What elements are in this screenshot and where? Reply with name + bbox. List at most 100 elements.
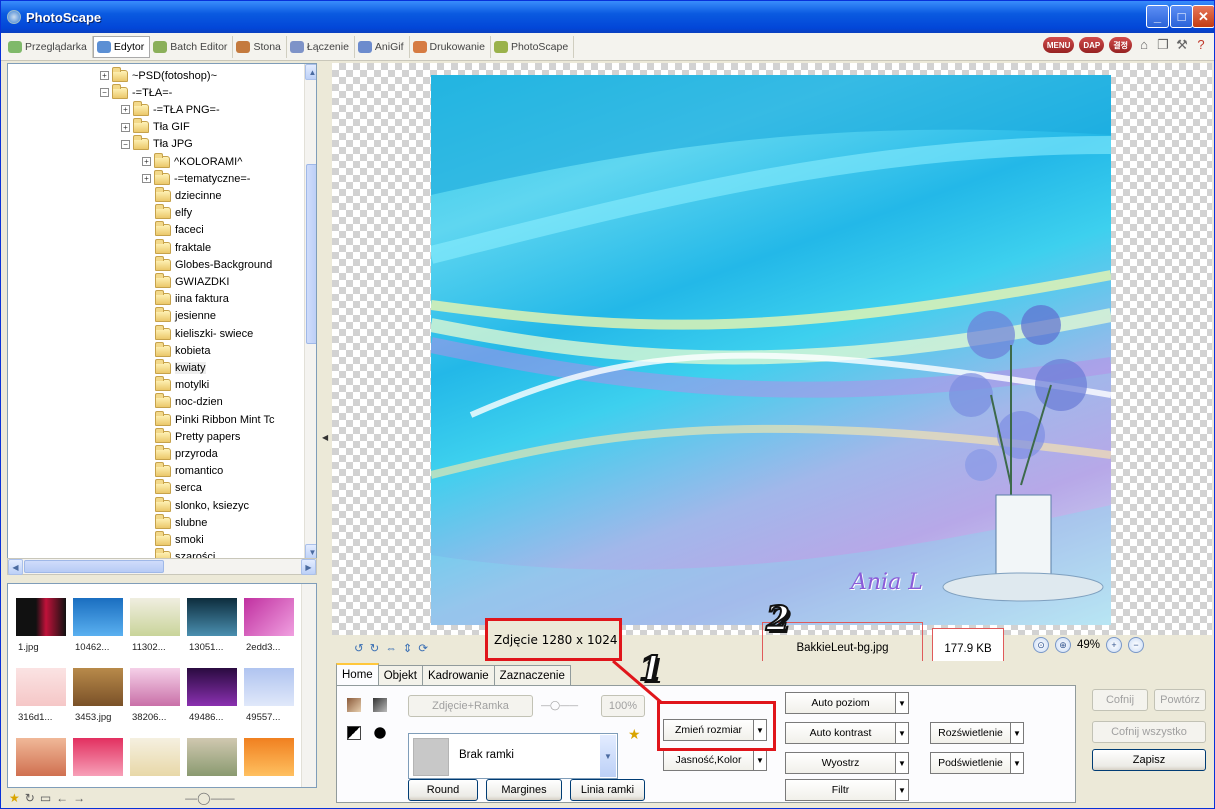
thumbnail-image[interactable] (16, 598, 66, 636)
collapse-icon[interactable]: − (121, 139, 130, 149)
scroll-right-button[interactable]: ▶ (301, 559, 316, 575)
tree-folder-item[interactable]: elfy (155, 204, 192, 222)
margines-button[interactable]: Margines (486, 779, 562, 801)
image-canvas[interactable]: Ania L (332, 63, 1212, 635)
tree-folder-item[interactable]: + ~PSD(fotoshop)~ (100, 66, 217, 84)
tree-folder-item[interactable]: Globes-Background (155, 255, 272, 273)
thumbnail-image[interactable] (187, 738, 237, 776)
frame-size-slider[interactable]: —◯—— (541, 700, 578, 711)
thumbnail-image[interactable] (130, 668, 180, 706)
close-button[interactable]: ✕ (1192, 5, 1214, 28)
expand-icon[interactable]: + (142, 174, 151, 184)
tree-folder-item[interactable]: + Tła GIF (121, 118, 190, 136)
tree-vertical-scrollbar[interactable]: ▲ ▼ (304, 64, 316, 562)
tools-icon[interactable]: ⚒ (1175, 38, 1189, 52)
favorite-icon[interactable]: ★ (9, 791, 20, 805)
folder-tree[interactable]: + ~PSD(fotoshop)~ − -=TŁA=- + -=TŁA PNG=- + Tła… (7, 63, 317, 563)
thumbnail-scrollbar[interactable] (301, 584, 316, 787)
thumbnail-image[interactable] (244, 598, 294, 636)
zoom-actual-icon[interactable]: ⊕ (1055, 637, 1071, 653)
tab-anigif[interactable]: AniGif (355, 35, 410, 58)
jasnosc-kolor-dropdown[interactable]: Jasność,Kolor ▼ (663, 749, 767, 771)
zdjecie-ramka-button[interactable]: Zdjęcie+Ramka (408, 695, 533, 717)
rozswietlenie-dropdown[interactable]: Rozświetlenie ▼ (930, 722, 1024, 744)
frame-selector[interactable]: Brak ramki ▼ (408, 733, 618, 779)
scroll-left-button[interactable]: ◀ (8, 559, 23, 575)
chevron-down-icon[interactable]: ▼ (895, 722, 909, 744)
thumbnail-image[interactable] (16, 738, 66, 776)
horizontal-scroll-thumb[interactable] (24, 560, 164, 573)
tree-folder-item[interactable]: GWIAZDKI (155, 272, 229, 290)
chevron-down-icon[interactable]: ▼ (895, 692, 909, 714)
chevron-down-icon[interactable]: ▼ (1010, 752, 1024, 774)
percent-field[interactable]: 100% (601, 695, 645, 717)
thumbnail-image[interactable] (73, 738, 123, 776)
chevron-down-icon[interactable]: ▼ (753, 749, 767, 771)
thumbnail-image[interactable] (130, 598, 180, 636)
tree-folder-item[interactable]: iina faktura (155, 290, 229, 308)
zoom-in-icon[interactable]: + (1106, 637, 1123, 653)
refresh-icon[interactable]: ↻ (25, 791, 35, 805)
expand-icon[interactable]: + (121, 122, 130, 132)
collapse-arrow-icon[interactable]: ◀ (322, 433, 328, 442)
tab-edytor[interactable]: Edytor (92, 35, 151, 58)
expand-icon[interactable]: + (121, 105, 130, 115)
tab-batch-editor[interactable]: Batch Editor (150, 35, 234, 58)
expand-icon[interactable]: + (100, 71, 109, 80)
wyostrz-dropdown[interactable]: Wyostrz ▼ (785, 752, 909, 774)
grey-frame-icon[interactable] (373, 698, 387, 712)
tab-drukowanie[interactable]: Drukowanie (410, 35, 491, 58)
tree-folder-item[interactable]: kobieta (155, 341, 210, 359)
auto-kontrast-dropdown[interactable]: Auto kontrast ▼ (785, 722, 909, 744)
tree-folder-item[interactable]: smoki (155, 530, 204, 548)
thumbnail-image[interactable] (244, 668, 294, 706)
tree-folder-item[interactable]: − Tła JPG (121, 135, 193, 153)
thumbnail-size-slider[interactable]: —◯—— (185, 791, 234, 805)
zoom-out-icon[interactable]: − (1128, 637, 1145, 653)
collapse-icon[interactable]: − (100, 88, 109, 98)
tree-folder-item[interactable]: + -=TŁA PNG=- (121, 100, 220, 118)
powtorz-button[interactable]: Powtórz (1154, 689, 1206, 711)
thumbnail-image[interactable] (130, 738, 180, 776)
tree-folder-item[interactable]: Pretty papers (155, 427, 240, 445)
home-icon[interactable]: ⌂ (1137, 38, 1151, 52)
tab-kadrowanie[interactable]: Kadrowanie (421, 665, 495, 685)
copy-icon[interactable]: ❐ (1156, 38, 1170, 52)
tree-folder-item[interactable]: fraktale (155, 238, 211, 256)
language-button[interactable]: 결정 (1109, 37, 1132, 53)
cofnij-button[interactable]: Cofnij (1092, 689, 1148, 711)
tree-folder-item[interactable]: + ^KOLORAMI^ (142, 152, 242, 170)
tree-folder-item[interactable]: kwiaty (155, 358, 206, 376)
tab-stona[interactable]: Stona (233, 35, 287, 58)
tree-folder-item[interactable]: romantico (155, 462, 223, 480)
tab-photoscape[interactable]: PhotoScape (491, 35, 575, 58)
help-icon[interactable]: ? (1194, 38, 1208, 52)
tab-zaznaczenie[interactable]: Zaznaczenie (493, 665, 571, 685)
tab-laczenie[interactable]: Łączenie (287, 35, 355, 58)
chevron-down-icon[interactable]: ▼ (895, 752, 909, 774)
tree-folder-item[interactable]: Pinki Ribbon Mint Tc (155, 410, 274, 428)
scroll-thumb[interactable] (306, 164, 316, 344)
maximize-button[interactable]: □ (1170, 5, 1193, 28)
tree-folder-item[interactable]: kieliszki- swiece (155, 324, 253, 342)
thumbnail-image[interactable] (73, 668, 123, 706)
tree-folder-item[interactable]: dziecinne (155, 186, 221, 204)
dap-button[interactable]: DAP (1079, 37, 1105, 53)
folder-icon[interactable]: ▭ (40, 791, 51, 805)
rotate-flip-icons[interactable]: ↺↻⇔⇕⟳ (354, 641, 434, 655)
chevron-down-icon[interactable]: ▼ (895, 779, 909, 801)
tree-folder-item[interactable]: jesienne (155, 307, 216, 325)
thumbnail-image[interactable] (16, 668, 66, 706)
thumbnail-image[interactable] (73, 598, 123, 636)
thumbnail-image[interactable] (187, 598, 237, 636)
scroll-up-button[interactable]: ▲ (305, 64, 316, 80)
round-button[interactable]: Round (408, 779, 478, 801)
auto-poziom-dropdown[interactable]: Auto poziom ▼ (785, 692, 909, 714)
back-icon[interactable]: ← (56, 791, 68, 805)
contrast-icon[interactable] (347, 726, 361, 740)
frame-style-icon[interactable] (347, 698, 361, 712)
tree-folder-item[interactable]: faceci (155, 221, 204, 239)
expand-icon[interactable]: + (142, 157, 151, 166)
menu-button[interactable]: MENU (1042, 37, 1075, 53)
tree-folder-item[interactable]: + -=tematyczne=- (142, 169, 250, 187)
